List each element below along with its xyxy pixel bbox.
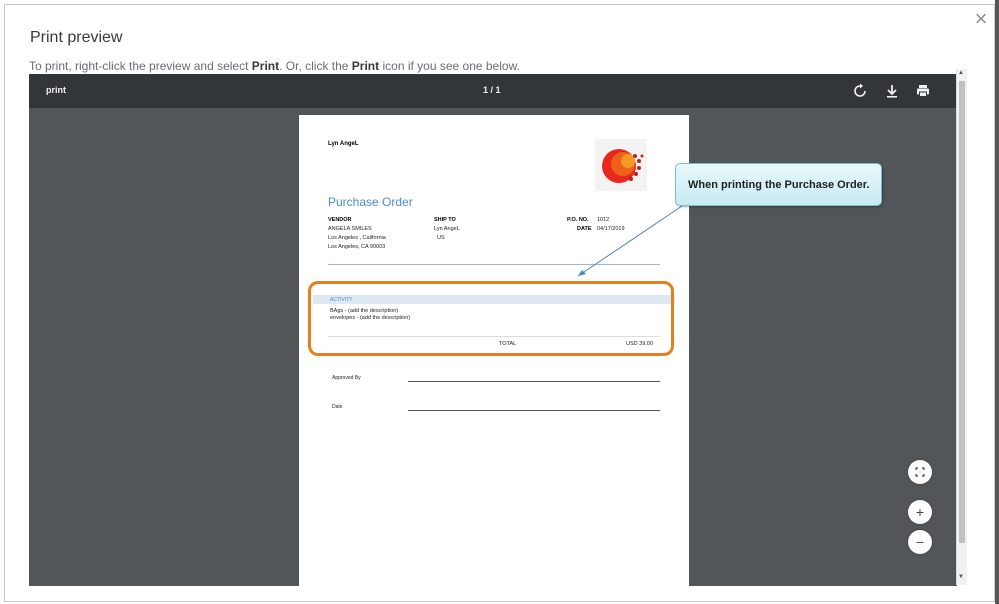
zoom-out-icon[interactable]: − <box>908 530 932 554</box>
callout-text: When printing the Purchase Order. <box>688 179 870 191</box>
scroll-up-arrow[interactable]: ▲ <box>958 70 964 76</box>
approved-by-line <box>408 381 660 382</box>
vendor-line: Los Angeles, CA 90003 <box>328 244 386 250</box>
background-edge <box>995 0 999 604</box>
callout-arrow <box>577 205 683 277</box>
ship-to-line: US <box>437 235 445 241</box>
vendor-line: ANGELA SMILES <box>328 226 372 232</box>
vendor-label: VENDOR <box>328 217 352 223</box>
scrollbar-thumb[interactable] <box>959 81 965 543</box>
vendor-line: Los Angeles , California <box>328 235 386 241</box>
document-title: Purchase Order <box>328 195 413 209</box>
date-sig-line <box>408 410 660 411</box>
page-indicator: 1 / 1 <box>483 85 501 95</box>
company-name: Lyn AngeL <box>328 141 359 147</box>
scroll-down-arrow[interactable]: ▼ <box>958 574 964 580</box>
download-icon[interactable] <box>884 83 900 99</box>
instructions-print-word-2: Print <box>351 59 380 73</box>
date-sig-label: Date <box>332 404 343 410</box>
instructions-part-3: icon if you see one below. <box>379 59 520 73</box>
dialog-title: Print preview <box>30 29 123 46</box>
instructions-part-1: To print, right-click the preview and se… <box>29 59 252 73</box>
instructions-print-word: Print <box>251 59 280 73</box>
close-icon[interactable]: × <box>971 8 991 30</box>
instructions-part-2: . Or, click the <box>279 59 352 73</box>
print-instructions: To print, right-click the preview and se… <box>29 59 520 73</box>
vertical-scrollbar[interactable]: ▲ ▼ <box>956 69 967 585</box>
activity-highlight-box <box>308 281 674 356</box>
print-icon[interactable] <box>915 83 931 99</box>
company-logo <box>595 139 647 191</box>
annotation-callout: When printing the Purchase Order. <box>675 163 882 206</box>
approved-by-label: Approved By <box>332 375 361 381</box>
ship-to-label: SHIP TO <box>434 217 456 223</box>
viewer-toolbar: print 1 / 1 <box>29 74 957 108</box>
viewer-doc-title: print <box>46 85 66 95</box>
ship-to-line: Lyn AngeL <box>434 226 460 232</box>
zoom-in-icon[interactable]: + <box>908 500 932 524</box>
rotate-icon[interactable] <box>852 83 868 99</box>
fit-to-page-icon[interactable] <box>908 460 932 484</box>
